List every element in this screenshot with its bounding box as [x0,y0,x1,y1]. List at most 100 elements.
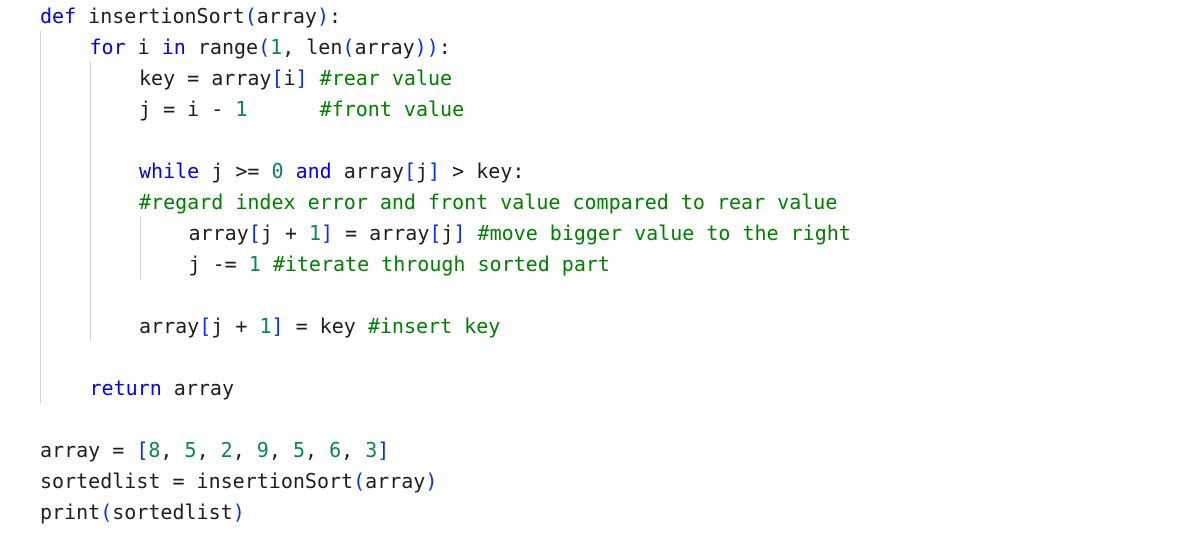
code-text: i [125,35,162,59]
code-bracket: [ [271,66,284,90]
code-number: 2 [220,438,233,462]
code-bracket: ] [428,159,441,183]
code-text: = array [333,221,430,245]
code-text: , len [282,35,343,59]
code-text: , [196,438,221,462]
code-text: j [441,221,454,245]
code-number: 1 [308,221,321,245]
code-text: array [161,376,234,400]
code-number: 0 [271,159,284,183]
code-number: 3 [365,438,378,462]
code-text: i [283,66,296,90]
code-keyword: def [40,4,77,28]
code-bracket: ( [244,4,257,28]
code-text: insertionSort [76,4,245,28]
code-bracket: )) [414,35,439,59]
code-number: 1 [248,252,261,276]
code-number: 1 [259,314,272,338]
code-text: , [232,438,257,462]
code-editor[interactable]: def insertionSort(array): for i in range(… [0,0,1194,536]
code-text: array [354,35,415,59]
code-line[interactable]: while j >= 0 and array[j] > key: [139,156,524,187]
code-text: j + [211,314,260,338]
code-comment: #iterate through sorted part [272,252,610,276]
code-line[interactable]: sortedlist = insertionSort(array) [40,466,437,497]
code-number: 5 [292,438,305,462]
code-bracket: [ [199,314,212,338]
indent-guide-level-2 [90,62,91,341]
code-text: j = i - [139,97,236,121]
code-text: print [40,500,101,524]
code-line[interactable]: j = i - 1 #front value [139,94,464,125]
code-bracket: ) [232,500,245,524]
code-text: = key [283,314,368,338]
code-bracket: ] [295,66,308,90]
code-bracket: ] [377,438,390,462]
code-comment: #front value [319,97,465,121]
code-text: array [139,314,200,338]
indent-guide-level-3 [140,217,141,279]
code-bracket: ) [316,4,330,28]
code-number: 1 [235,97,248,121]
code-number: 9 [256,438,269,462]
code-line[interactable]: for i in range(1, len(array)): [90,32,451,63]
code-keyword: while [139,159,200,183]
code-keyword: for [89,35,126,59]
code-text: key = array [139,66,272,90]
code-line[interactable]: key = array[i] #rear value [139,63,452,94]
code-text: array [256,4,317,28]
code-text: , [304,438,330,462]
code-text: array [365,469,426,493]
code-number: 1 [270,35,283,59]
code-line[interactable]: print(sortedlist) [40,497,245,528]
code-bracket: ( [342,35,355,59]
code-bracket: [ [403,159,416,183]
code-text: range [185,35,259,59]
code-bracket: ( [353,469,366,493]
code-keyword: in [161,35,186,59]
code-line[interactable]: return array [90,373,235,404]
code-text: sortedlist = insertionSort [40,469,354,493]
code-text: array [331,159,404,183]
code-keyword: and [295,159,332,183]
code-number: 6 [329,438,342,462]
code-bracket: [ [136,438,149,462]
code-comment: #insert key [367,314,501,338]
code-comment: #regard index error and front value comp… [139,190,838,214]
code-bracket: ] [271,314,284,338]
code-line[interactable]: array = [8, 5, 2, 9, 5, 6, 3] [40,435,389,466]
code-comment: #rear value [319,66,453,90]
code-text: sortedlist [112,500,233,524]
code-line[interactable]: #regard index error and front value comp… [139,187,837,218]
code-number: 8 [148,438,161,462]
indent-guide-level-1 [40,31,41,403]
code-bracket: ) [425,469,438,493]
code-text: > key: [440,159,525,183]
code-text: array = [40,438,137,462]
code-line[interactable]: def insertionSort(array): [40,1,341,32]
code-line[interactable]: j -= 1 #iterate through sorted part [189,249,610,280]
code-bracket: [ [429,221,442,245]
code-bracket: ( [258,35,271,59]
code-text: , [341,438,366,462]
code-line[interactable]: array[j + 1] = array[j] #move bigger val… [189,218,851,249]
code-bracket: ] [320,221,334,245]
code-keyword: return [89,376,162,400]
code-text: , [268,438,293,462]
code-text: array [188,221,249,245]
code-comment: #move bigger value to the right [477,221,851,245]
code-number: 5 [184,438,197,462]
code-text: , [160,438,185,462]
code-text: j + [260,221,309,245]
code-line[interactable]: array[j + 1] = key #insert key [139,311,500,342]
code-text: j >= [199,159,272,183]
code-text: : [438,35,451,59]
code-bracket: ] [453,221,466,245]
code-bracket: ( [100,500,113,524]
code-bracket: [ [248,221,261,245]
code-text: j [415,159,429,183]
